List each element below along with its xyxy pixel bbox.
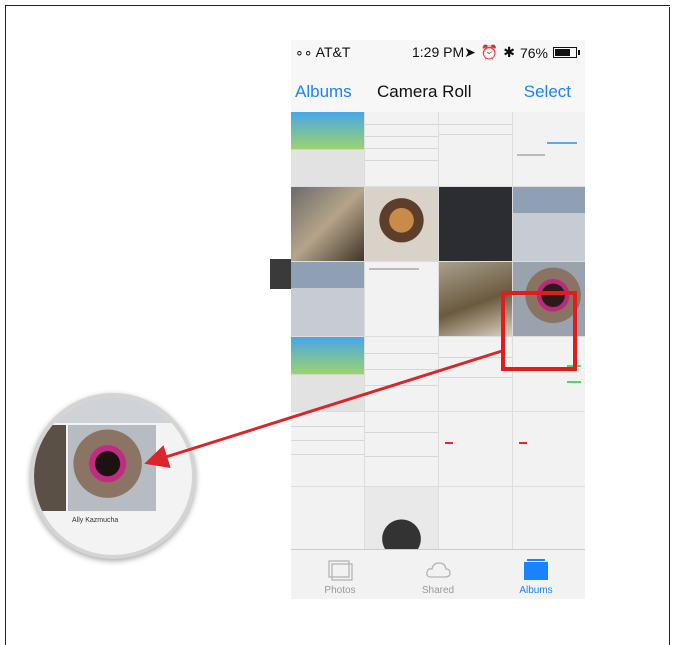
pointer-arrow [144,349,503,469]
